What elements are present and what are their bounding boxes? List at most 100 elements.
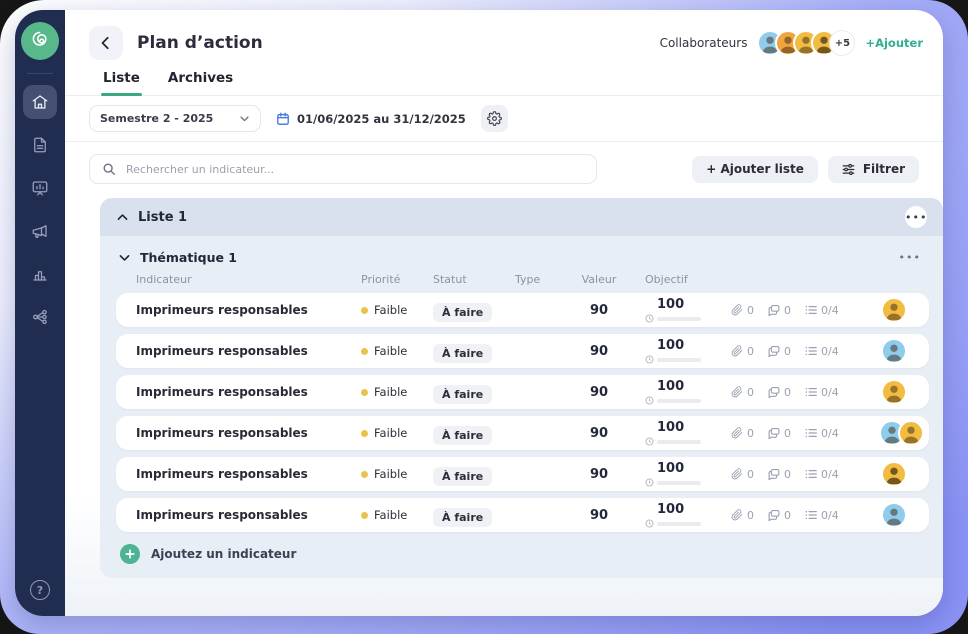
attachments-count[interactable]: 0 [731, 509, 754, 522]
assignee-avatars[interactable] [879, 379, 913, 405]
comments-count[interactable]: 0 [768, 386, 791, 399]
period-select[interactable]: Semestre 2 - 2025 [89, 105, 261, 132]
comment-icon [768, 427, 780, 439]
list-panel-header[interactable]: Liste 1 ••• [100, 198, 943, 236]
list-title: Liste 1 [138, 210, 187, 225]
avatar[interactable] [881, 379, 907, 405]
toolbar-buttons: + Ajouter liste Filtrer [692, 156, 919, 183]
indicator-name[interactable]: Imprimeurs responsables [136, 508, 361, 522]
sidebar-item-home[interactable] [23, 85, 57, 119]
assignee-avatars[interactable] [879, 297, 913, 323]
sidebar-item-network[interactable] [23, 300, 57, 334]
settings-button[interactable] [481, 105, 508, 132]
value-cell: 90 [567, 344, 631, 359]
comments-count[interactable]: 0 [768, 468, 791, 481]
attachments-count[interactable]: 0 [731, 468, 754, 481]
search-field[interactable] [89, 154, 597, 184]
sidebar-item-documents[interactable] [23, 128, 57, 162]
checklist-count[interactable]: 0/4 [805, 468, 839, 481]
sidebar-item-announcements[interactable] [23, 214, 57, 248]
indicator-row[interactable]: Imprimeurs responsables Faible À faire 9… [116, 457, 929, 491]
avatar[interactable] [881, 502, 907, 528]
add-indicator-button[interactable]: Ajoutez un indicateur [116, 544, 296, 564]
status-badge[interactable]: À faire [433, 508, 492, 527]
checklist-count[interactable]: 0/4 [805, 509, 839, 522]
comments-count[interactable]: 0 [768, 509, 791, 522]
list-menu-button[interactable]: ••• [905, 206, 927, 228]
checklist-count[interactable]: 0/4 [805, 427, 839, 440]
indicator-name[interactable]: Imprimeurs responsables [136, 467, 361, 481]
chevron-up-icon[interactable] [116, 211, 129, 224]
avatar[interactable] [881, 338, 907, 364]
back-button[interactable] [89, 26, 123, 60]
person-icon [883, 340, 905, 362]
status-badge[interactable]: À faire [433, 303, 492, 322]
avatar[interactable] [881, 297, 907, 323]
paperclip-icon [731, 468, 743, 480]
assignee-avatars[interactable] [879, 461, 913, 487]
checklist-count[interactable]: 0/4 [805, 386, 839, 399]
theme-menu-button[interactable]: ••• [899, 251, 925, 264]
indicator-row[interactable]: Imprimeurs responsables Faible À faire 9… [116, 416, 929, 450]
objective-value: 100 [645, 461, 684, 476]
indicator-row[interactable]: Imprimeurs responsables Faible À faire 9… [116, 375, 929, 409]
date-range[interactable]: 01/06/2025 au 31/12/2025 [276, 112, 466, 126]
help-icon[interactable]: ? [30, 580, 50, 600]
indicator-name[interactable]: Imprimeurs responsables [136, 385, 361, 399]
search-input[interactable] [126, 163, 584, 176]
sidebar: ? [15, 10, 65, 616]
date-range-value: 01/06/2025 au 31/12/2025 [297, 112, 466, 126]
assignee-avatars[interactable] [879, 420, 930, 446]
avatar-overflow-badge[interactable]: +5 [829, 30, 855, 56]
collaborators-group: Collaborateurs [660, 30, 923, 56]
filter-button[interactable]: Filtrer [828, 156, 919, 183]
status-badge[interactable]: À faire [433, 426, 492, 445]
sidebar-item-presentation[interactable] [23, 171, 57, 205]
home-icon [31, 93, 49, 111]
assignee-avatars[interactable] [879, 502, 913, 528]
add-indicator-label: Ajoutez un indicateur [151, 547, 296, 561]
sidebar-item-statistics[interactable] [23, 257, 57, 291]
tab-liste[interactable]: Liste [103, 70, 140, 95]
priority-dot [361, 471, 368, 478]
status-badge[interactable]: À faire [433, 467, 492, 486]
page-title: Plan d’action [137, 33, 263, 53]
search-icon [102, 162, 116, 176]
comments-count[interactable]: 0 [768, 427, 791, 440]
attachments-count[interactable]: 0 [731, 304, 754, 317]
column-statut: Statut [433, 273, 515, 286]
checklist-count[interactable]: 0/4 [805, 345, 839, 358]
objective-value: 100 [645, 379, 684, 394]
chevron-down-icon[interactable] [118, 251, 131, 264]
column-priorite: Priorité [361, 273, 433, 286]
paperclip-icon [731, 345, 743, 357]
comments-count[interactable]: 0 [768, 304, 791, 317]
indicator-name[interactable]: Imprimeurs responsables [136, 303, 361, 317]
indicator-row[interactable]: Imprimeurs responsables Faible À faire 9… [116, 334, 929, 368]
tab-archives[interactable]: Archives [168, 70, 233, 95]
indicator-name[interactable]: Imprimeurs responsables [136, 344, 361, 358]
avatar[interactable] [898, 420, 924, 446]
add-collaborator-button[interactable]: +Ajouter [865, 36, 923, 50]
comments-count[interactable]: 0 [768, 345, 791, 358]
list-panel-body: Thématique 1 ••• Indicateur Priorité Sta… [100, 236, 943, 578]
paperclip-icon [731, 427, 743, 439]
theme-header[interactable]: Thématique 1 ••• [116, 244, 929, 273]
indicator-name[interactable]: Imprimeurs responsables [136, 426, 361, 440]
checklist-count[interactable]: 0/4 [805, 304, 839, 317]
collaborator-avatars[interactable]: +5 [757, 30, 855, 56]
objective-value: 100 [645, 297, 684, 312]
assignee-avatars[interactable] [879, 338, 913, 364]
attachments-count[interactable]: 0 [731, 345, 754, 358]
avatar[interactable] [881, 461, 907, 487]
status-badge[interactable]: À faire [433, 344, 492, 363]
column-valeur: Valeur [567, 273, 631, 286]
app-logo-icon[interactable] [21, 22, 59, 60]
add-list-button[interactable]: + Ajouter liste [692, 156, 818, 183]
attachments-count[interactable]: 0 [731, 386, 754, 399]
indicator-row[interactable]: Imprimeurs responsables Faible À faire 9… [116, 498, 929, 532]
status-badge[interactable]: À faire [433, 385, 492, 404]
indicator-row[interactable]: Imprimeurs responsables Faible À faire 9… [116, 293, 929, 327]
megaphone-icon [31, 222, 49, 240]
attachments-count[interactable]: 0 [731, 427, 754, 440]
